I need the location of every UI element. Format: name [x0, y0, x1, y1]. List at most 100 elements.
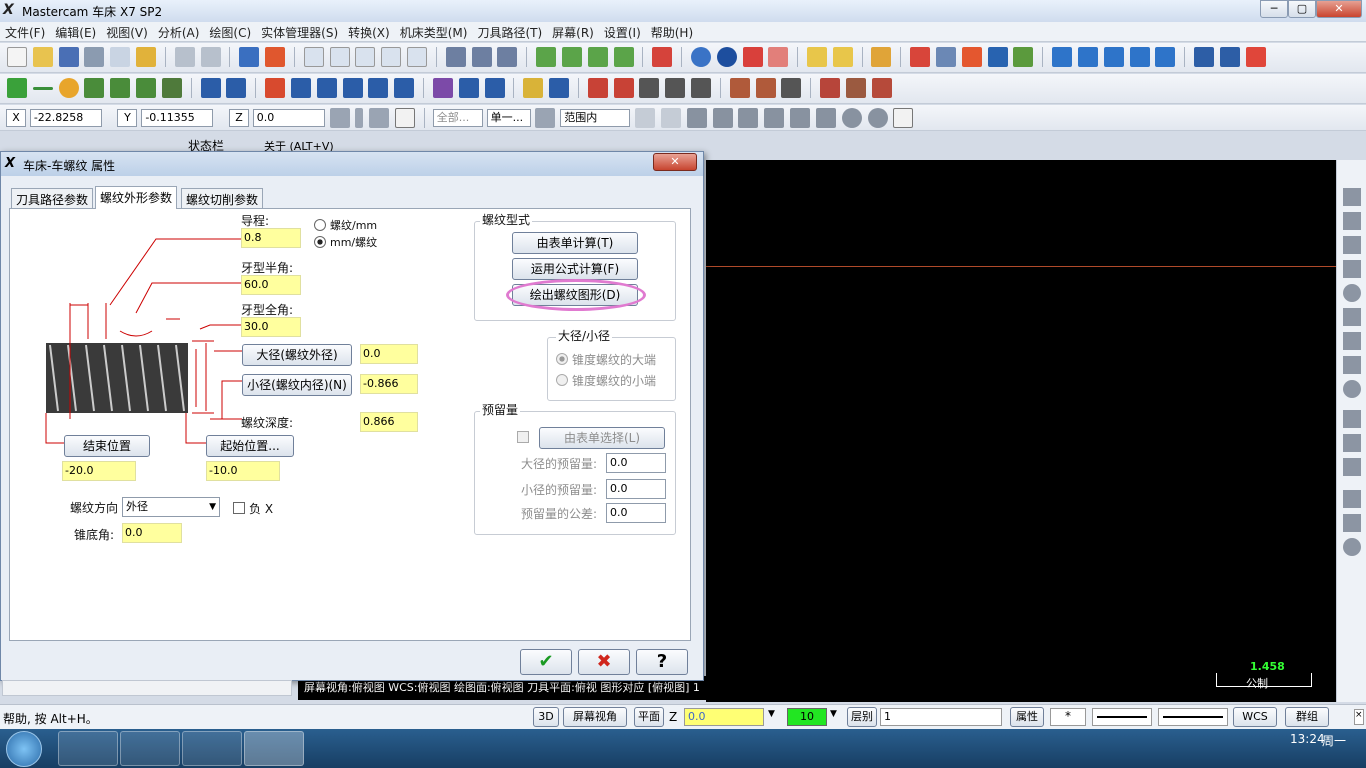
properties-icon[interactable] [136, 47, 157, 67]
taskbar-app-icon[interactable] [58, 731, 118, 766]
tab-thread-shape[interactable]: 螺纹外形参数 [95, 186, 178, 209]
tool-icon[interactable] [1343, 410, 1361, 428]
tool-icon[interactable] [1343, 308, 1361, 326]
menu-solids[interactable]: 实体管理器(S) [256, 22, 343, 43]
line-style-select[interactable] [1092, 708, 1152, 726]
array-icon[interactable] [484, 78, 505, 98]
cube-view-icon[interactable] [536, 47, 557, 67]
screen-view-button[interactable]: 屏幕视角 [563, 707, 627, 727]
groups-button[interactable]: 群组 [1285, 707, 1329, 727]
fast-point-icon[interactable] [329, 108, 350, 128]
x-coordinate-input[interactable]: -22.8258 [29, 109, 102, 127]
zoom-in-icon[interactable] [355, 47, 376, 67]
chevron-down-icon[interactable]: ▼ [768, 709, 775, 719]
select-from-table-button[interactable]: 由表单选择(L) [539, 427, 665, 449]
cube-blue-icon[interactable] [1155, 47, 1176, 67]
select-shape-icon[interactable] [712, 108, 733, 128]
xform-icon[interactable] [368, 78, 389, 98]
sigma-icon[interactable] [987, 47, 1008, 67]
start-position-button[interactable]: 起始位置... [206, 435, 294, 457]
tab-toolpath-params[interactable]: 刀具路径参数 [11, 188, 94, 208]
post-icon[interactable] [871, 78, 892, 98]
tool-icon[interactable] [1343, 356, 1361, 374]
xform-icon[interactable] [316, 78, 337, 98]
dimension-icon[interactable] [523, 78, 544, 98]
tool-icon[interactable] [1343, 514, 1361, 532]
tool-icon[interactable] [497, 47, 518, 67]
arrow-up-icon[interactable] [1052, 47, 1073, 67]
cancel-selection-icon[interactable] [841, 108, 862, 128]
compute-from-table-button[interactable]: 由表单计算(T) [512, 232, 638, 254]
tool-icon[interactable] [1343, 538, 1361, 556]
negative-x-checkbox[interactable] [233, 502, 245, 514]
menu-xform[interactable]: 转换(X) [343, 22, 395, 43]
level-select[interactable]: 1 [880, 708, 1002, 726]
select-shape-icon[interactable] [815, 108, 836, 128]
menu-screen[interactable]: 屏幕(R) [547, 22, 599, 43]
save-icon[interactable] [58, 47, 79, 67]
horizontal-scrollbar[interactable] [2, 680, 292, 696]
tab-thread-cut[interactable]: 螺纹切削参数 [181, 188, 264, 208]
eraser-icon[interactable] [768, 47, 789, 67]
eraser-red-icon[interactable] [1245, 47, 1266, 67]
tailstock-icon[interactable] [781, 78, 802, 98]
unit-radio-mm-per-thread[interactable] [314, 236, 326, 248]
wand-icon[interactable] [871, 47, 892, 67]
solid-cylinder-icon[interactable] [161, 78, 182, 98]
point-style-select[interactable]: * [1050, 708, 1086, 726]
major-diameter-input[interactable]: 0.0 [360, 344, 418, 364]
tool-icon[interactable] [471, 47, 492, 67]
pencil-icon[interactable] [806, 47, 827, 67]
autocursor-icon[interactable] [369, 108, 390, 128]
sphere-icon[interactable] [690, 47, 711, 67]
break-icon[interactable] [226, 78, 247, 98]
zoom-target-icon[interactable] [407, 47, 428, 67]
undo-icon[interactable] [174, 47, 195, 67]
mill-icon[interactable] [961, 47, 982, 67]
xform-icon[interactable] [394, 78, 415, 98]
verify-icon[interactable] [845, 78, 866, 98]
tool-icon[interactable] [1343, 260, 1361, 278]
chamfer-icon[interactable] [110, 78, 131, 98]
select-single-button[interactable]: 单一... [486, 109, 531, 127]
tool-icon[interactable] [1343, 380, 1361, 398]
line-width-select[interactable] [1158, 708, 1228, 726]
solid-icon[interactable] [742, 47, 763, 67]
lathe-face-icon[interactable] [587, 78, 608, 98]
major-diameter-button[interactable]: 大径(螺纹外径) [242, 344, 352, 366]
level-button[interactable]: 层别 [847, 707, 877, 727]
cube-view-icon[interactable] [561, 47, 582, 67]
end-position-button[interactable]: 结束位置 [64, 435, 150, 457]
tool-icon[interactable] [1343, 434, 1361, 452]
taskbar-browser-icon[interactable] [182, 731, 242, 766]
xform-icon[interactable] [342, 78, 363, 98]
fit-icon[interactable] [303, 47, 324, 67]
simulate-icon[interactable] [819, 78, 840, 98]
minor-diameter-button[interactable]: 小径(螺纹内径)(N) [242, 374, 352, 396]
lathe-rough-icon[interactable] [613, 78, 634, 98]
select-shape-icon[interactable] [790, 108, 811, 128]
start-position-input[interactable]: -10.0 [206, 461, 280, 481]
dialog-close-button[interactable]: ✕ [653, 153, 697, 171]
taskbar-mastercam-icon[interactable] [244, 731, 304, 766]
wcs-button[interactable]: WCS [1233, 707, 1277, 727]
thread-direction-select[interactable]: 外径 ▼ [122, 497, 220, 517]
lead-input[interactable]: 0.8 [241, 228, 301, 248]
window-icon[interactable] [1194, 47, 1215, 67]
menu-edit[interactable]: 编辑(E) [50, 22, 101, 43]
compute-formula-button[interactable]: 运用公式计算(F) [512, 258, 638, 280]
taskbar-calculator-icon[interactable] [120, 731, 180, 766]
xform-icon[interactable] [265, 78, 286, 98]
open-file-icon[interactable] [32, 47, 53, 67]
tool-icon[interactable] [1343, 458, 1361, 476]
lathe-thread-icon[interactable] [691, 78, 712, 98]
y-coordinate-input[interactable]: -0.11355 [141, 109, 214, 127]
point-icon[interactable] [7, 78, 27, 98]
allowance-checkbox[interactable] [517, 431, 529, 443]
close-button[interactable]: ✕ [1316, 0, 1362, 18]
cube-view-icon[interactable] [587, 47, 608, 67]
chevron-down-icon[interactable]: ▼ [830, 709, 837, 719]
grid-icon[interactable] [935, 47, 956, 67]
xform-icon[interactable] [290, 78, 311, 98]
select-shape-icon[interactable] [764, 108, 785, 128]
